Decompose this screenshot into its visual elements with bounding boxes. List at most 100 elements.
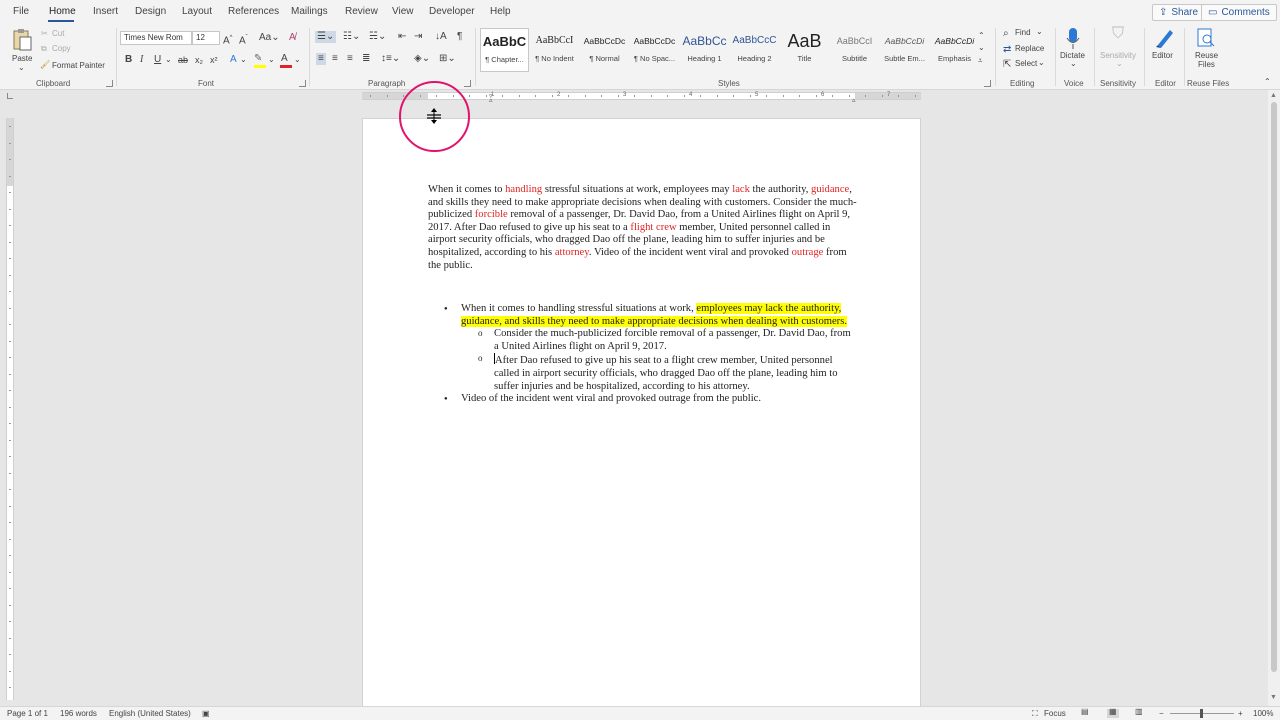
scroll-up-icon[interactable]: ▲ bbox=[1270, 92, 1277, 99]
shrink-font-icon[interactable]: Aˇ bbox=[239, 32, 248, 47]
multilevel-list-icon[interactable]: ☵⌄ bbox=[369, 31, 386, 43]
sub-list-item[interactable]: After Dao refused to give up his seat to… bbox=[461, 352, 858, 393]
borders-icon[interactable]: ⊞⌄ bbox=[439, 53, 456, 65]
shading-icon[interactable]: ◈⌄ bbox=[414, 53, 430, 65]
body-paragraph[interactable]: When it comes to handling stressful situ… bbox=[428, 184, 858, 272]
vertical-scrollbar[interactable]: ▲ ▼ bbox=[1268, 90, 1280, 706]
font-name-combo[interactable]: Times New Rom bbox=[120, 31, 192, 45]
underline-icon[interactable]: U bbox=[154, 54, 161, 66]
read-mode-icon[interactable]: ▤ bbox=[1080, 707, 1092, 718]
paste-button[interactable]: Paste ⌄ bbox=[8, 28, 36, 72]
zoom-level[interactable]: 100% bbox=[1253, 709, 1273, 718]
style-subtitle[interactable]: AaBbCcI Subtitle bbox=[830, 28, 879, 72]
copy-button[interactable]: Copy bbox=[52, 44, 71, 53]
editor-button[interactable]: Editor bbox=[1148, 26, 1182, 76]
line-spacing-icon[interactable]: ↕≡⌄ bbox=[381, 53, 400, 65]
page-count[interactable]: Page 1 of 1 bbox=[7, 709, 48, 718]
chevron-down-icon[interactable]: ⌄ bbox=[268, 54, 275, 66]
decrease-indent-icon[interactable]: ⇤ bbox=[398, 31, 406, 43]
collapse-ribbon-icon[interactable]: ⌃ bbox=[1264, 76, 1271, 88]
reuse-files-button[interactable]: Reuse Files bbox=[1188, 26, 1224, 76]
tab-help[interactable]: Help bbox=[490, 6, 511, 17]
hanging-indent-icon[interactable]: ▵ bbox=[489, 96, 493, 104]
style-heading-1[interactable]: AaBbCc Heading 1 bbox=[680, 28, 729, 72]
increase-indent-icon[interactable]: ⇥ bbox=[414, 31, 422, 43]
tab-mailings[interactable]: Mailings bbox=[291, 6, 328, 17]
chevron-down-icon[interactable]: ⌄ bbox=[1036, 27, 1043, 36]
right-indent-icon[interactable]: ▵ bbox=[852, 96, 856, 104]
superscript-icon[interactable]: x² bbox=[210, 54, 218, 66]
scroll-down-icon[interactable]: ▼ bbox=[1270, 694, 1277, 701]
tab-references[interactable]: References bbox=[228, 6, 279, 17]
gallery-down-icon[interactable]: ⌄ bbox=[978, 42, 985, 54]
style-no-indent[interactable]: AaBbCcI ¶ No Indent bbox=[530, 28, 579, 72]
select-button[interactable]: Select bbox=[1015, 59, 1037, 68]
align-right-icon[interactable]: ≡ bbox=[347, 53, 353, 65]
web-layout-icon[interactable]: ▥ bbox=[1134, 707, 1146, 718]
document-page[interactable]: When it comes to handling stressful situ… bbox=[362, 118, 921, 708]
tab-home[interactable]: Home bbox=[49, 6, 76, 17]
find-button[interactable]: Find bbox=[1015, 28, 1031, 37]
style-no-spacing[interactable]: AaBbCcDc ¶ No Spac... bbox=[630, 28, 679, 72]
print-layout-icon[interactable]: ▦ bbox=[1107, 707, 1119, 718]
comments-button[interactable]: ▭ Comments bbox=[1201, 4, 1277, 21]
tab-review[interactable]: Review bbox=[345, 6, 378, 17]
justify-icon[interactable]: ≣ bbox=[362, 53, 370, 65]
clipboard-launcher-icon[interactable] bbox=[106, 80, 113, 87]
sub-list-item[interactable]: Consider the much-publicized forcible re… bbox=[461, 327, 858, 353]
gallery-up-icon[interactable]: ⌃ bbox=[978, 30, 985, 42]
highlight-color-icon[interactable]: ✎ bbox=[254, 53, 262, 65]
tab-design[interactable]: Design bbox=[135, 6, 166, 17]
list-item[interactable]: When it comes to handling stressful situ… bbox=[428, 303, 858, 393]
subscript-icon[interactable]: x₂ bbox=[195, 54, 203, 66]
zoom-out-button[interactable]: − bbox=[1159, 709, 1164, 718]
tab-file[interactable]: File bbox=[13, 6, 29, 17]
style-chapter[interactable]: AaBbC ¶ Chapter... bbox=[480, 28, 529, 72]
styles-launcher-icon[interactable] bbox=[984, 80, 991, 87]
tab-layout[interactable]: Layout bbox=[182, 6, 212, 17]
focus-button[interactable]: Focus bbox=[1044, 709, 1066, 718]
style-normal[interactable]: AaBbCcDc ¶ Normal bbox=[580, 28, 629, 72]
tab-view[interactable]: View bbox=[392, 6, 414, 17]
scrollbar-thumb[interactable] bbox=[1271, 102, 1277, 672]
align-left-icon[interactable]: ≡ bbox=[316, 53, 326, 65]
proofing-icon[interactable]: ▣ bbox=[202, 709, 210, 718]
numbering-icon[interactable]: ☷⌄ bbox=[343, 31, 360, 43]
zoom-in-button[interactable]: + bbox=[1238, 709, 1243, 718]
grow-font-icon[interactable]: A^ bbox=[223, 32, 233, 47]
font-color-icon[interactable]: A bbox=[281, 53, 288, 65]
sensitivity-button[interactable]: ⛉ Sensitivity ⌄ bbox=[1098, 26, 1140, 76]
style-heading-2[interactable]: AaBbCcC Heading 2 bbox=[730, 28, 779, 72]
sort-icon[interactable]: ↓A bbox=[435, 31, 447, 43]
style-emphasis[interactable]: AaBbCcDi Emphasis bbox=[930, 28, 979, 72]
italic-icon[interactable]: I bbox=[140, 54, 143, 66]
paragraph-launcher-icon[interactable] bbox=[464, 80, 471, 87]
gallery-more-icon[interactable]: ⩡ bbox=[978, 55, 983, 67]
show-formatting-icon[interactable]: ¶ bbox=[457, 31, 462, 43]
replace-button[interactable]: Replace bbox=[1015, 44, 1044, 53]
chevron-down-icon[interactable]: ⌄ bbox=[294, 54, 301, 66]
align-center-icon[interactable]: ≡ bbox=[332, 53, 338, 65]
clear-formatting-icon[interactable]: A̸ bbox=[289, 32, 296, 44]
share-button[interactable]: ⇪ Share bbox=[1152, 4, 1206, 21]
change-case-icon[interactable]: Aa⌄ bbox=[259, 32, 280, 44]
style-subtle-emphasis[interactable]: AaBbCcDi Subtle Em... bbox=[880, 28, 929, 72]
format-painter-button[interactable]: Format Painter bbox=[52, 61, 105, 70]
font-size-combo[interactable]: 12 bbox=[192, 31, 220, 45]
bullets-icon[interactable]: ☰⌄ bbox=[315, 31, 337, 43]
chevron-down-icon[interactable]: ⌄ bbox=[165, 54, 172, 66]
list-item[interactable]: Video of the incident went viral and pro… bbox=[428, 393, 858, 406]
dictate-button[interactable]: Dictate ⌄ bbox=[1058, 26, 1088, 76]
tab-developer[interactable]: Developer bbox=[429, 6, 475, 17]
chevron-down-icon[interactable]: ⌄ bbox=[1038, 58, 1045, 67]
vertical-ruler[interactable] bbox=[6, 118, 14, 700]
bold-icon[interactable]: B bbox=[125, 54, 132, 66]
chevron-down-icon[interactable]: ⌄ bbox=[240, 54, 247, 66]
tab-insert[interactable]: Insert bbox=[93, 6, 118, 17]
text-effects-icon[interactable]: A bbox=[230, 54, 237, 66]
tab-selector-icon[interactable] bbox=[7, 93, 13, 99]
strikethrough-icon[interactable]: ab bbox=[178, 54, 188, 66]
word-count[interactable]: 196 words bbox=[60, 709, 97, 718]
language-indicator[interactable]: English (United States) bbox=[109, 709, 191, 718]
font-launcher-icon[interactable] bbox=[299, 80, 306, 87]
